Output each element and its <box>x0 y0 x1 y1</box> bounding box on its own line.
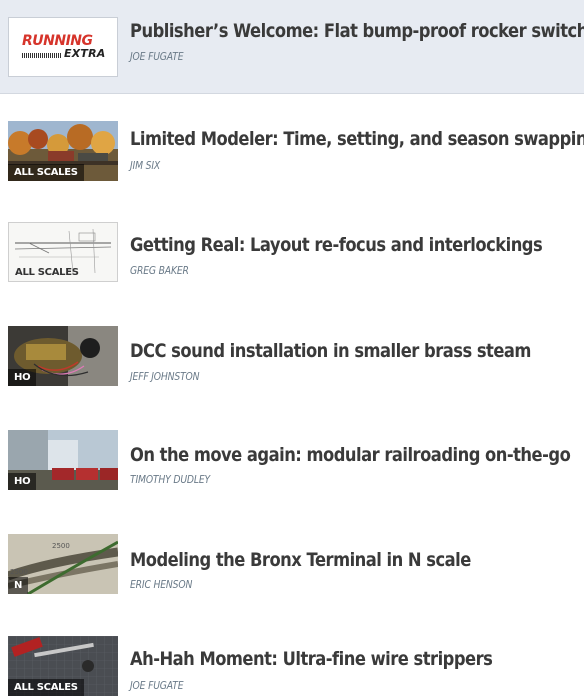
article-author: JOE FUGATE <box>130 680 184 692</box>
article-item-ah-hah-moment[interactable]: ALL SCALES Ah-Hah Moment: Ultra-fine wir… <box>0 630 584 696</box>
article-title[interactable]: Modeling the Bronx Terminal in N scale <box>130 549 471 571</box>
modular-boxcars-thumbnail: HO <box>8 430 118 490</box>
scale-badge: ALL SCALES <box>15 267 79 278</box>
article-author: ERIC HENSON <box>130 579 193 591</box>
article-author: JEFF JOHNSTON <box>130 371 200 383</box>
autumn-layout-thumbnail: ALL SCALES <box>8 121 118 181</box>
article-author: TIMOTHY DUDLEY <box>130 474 210 486</box>
article-title[interactable]: Limited Modeler: Time, setting, and seas… <box>130 128 584 150</box>
article-item-dcc-sound[interactable]: HO DCC sound installation in smaller bra… <box>0 316 584 410</box>
scale-badge: HO <box>8 369 37 386</box>
thumb-label: 2500 <box>52 542 70 550</box>
article-item-getting-real[interactable]: ALL SCALES Getting Real: Layout re-focus… <box>0 210 584 304</box>
article-item-on-the-move[interactable]: HO On the move again: modular railroadin… <box>0 420 584 514</box>
thumb-label: 2500 <box>10 568 28 576</box>
brass-steam-thumbnail: HO <box>8 326 118 386</box>
running-extra-logo: RUNNING EXTRA <box>8 17 118 77</box>
track-plan-thumbnail: ALL SCALES <box>8 222 118 282</box>
scale-badge: ALL SCALES <box>8 164 84 181</box>
article-item-publishers-welcome[interactable]: RUNNING EXTRA Publisher’s Welcome: Flat … <box>0 0 584 94</box>
article-list: RUNNING EXTRA Publisher’s Welcome: Flat … <box>0 0 584 696</box>
article-item-limited-modeler[interactable]: ALL SCALES Limited Modeler: Time, settin… <box>0 104 584 198</box>
article-title[interactable]: Publisher’s Welcome: Flat bump-proof roc… <box>130 20 584 42</box>
article-author: GREG BAKER <box>130 265 189 277</box>
logo-extra-text: EXTRA <box>64 47 106 60</box>
article-title[interactable]: Getting Real: Layout re-focus and interl… <box>130 234 543 256</box>
wire-strippers-thumbnail: ALL SCALES <box>8 636 118 696</box>
logo-stripes <box>22 53 62 58</box>
article-title[interactable]: Ah-Hah Moment: Ultra-fine wire strippers <box>130 648 493 670</box>
scale-badge: ALL SCALES <box>8 679 84 696</box>
bronx-terminal-thumbnail: 2500 2500 N <box>8 534 118 594</box>
article-item-bronx-terminal[interactable]: 2500 2500 N Modeling the Bronx Terminal … <box>0 524 584 618</box>
article-title[interactable]: On the move again: modular railroading o… <box>130 444 571 466</box>
article-author: JOE FUGATE <box>130 51 184 63</box>
article-author: JIM SIX <box>130 160 161 172</box>
article-title[interactable]: DCC sound installation in smaller brass … <box>130 340 531 362</box>
scale-badge: N <box>8 577 29 594</box>
scale-badge: HO <box>8 473 37 490</box>
